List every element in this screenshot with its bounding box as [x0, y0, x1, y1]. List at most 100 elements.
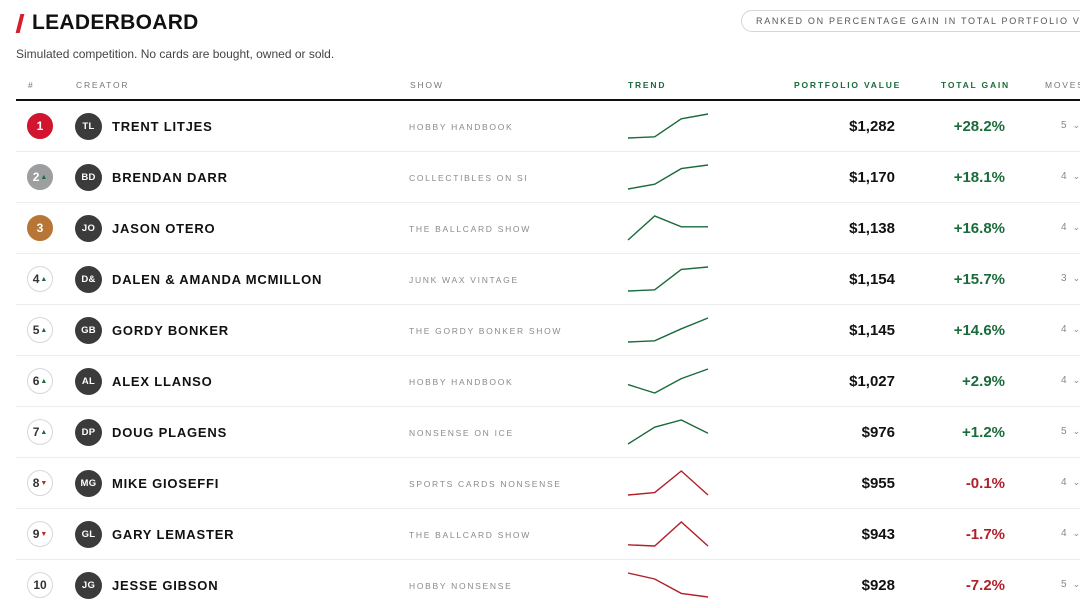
portfolio-value: $1,145 [849, 322, 895, 339]
creator-name[interactable]: MIKE GIOSEFFI [112, 476, 219, 491]
rank-number: 1 [36, 119, 44, 133]
chevron-down-icon[interactable]: ⌄ [1073, 579, 1080, 589]
show-name: THE GORDY BONKER SHOW [409, 326, 563, 336]
trend-sparkline [627, 113, 709, 139]
table-row[interactable]: 10 JG JESSE GIBSON HOBBY NONSENSE $928 -7.2% 5… [16, 560, 1080, 608]
table-row[interactable]: 7 ▲ DP DOUG PLAGENS NONSENSE ON ICE $976 +1.2%… [16, 407, 1080, 458]
moves-count: 3 [1061, 273, 1067, 284]
rank-number: 8 [32, 476, 40, 490]
chevron-down-icon[interactable]: ⌄ [1073, 528, 1080, 538]
moves-cell[interactable]: 5 ⌄ [1061, 579, 1080, 590]
creator-name[interactable]: TRENT LITJES [112, 119, 213, 134]
trend-sparkline [627, 368, 709, 394]
rank-badge: 9 ▼ [27, 521, 53, 547]
show-name: HOBBY HANDBOOK [409, 377, 514, 387]
total-gain: -7.2% [965, 577, 1005, 594]
chevron-down-icon[interactable]: ⌄ [1073, 324, 1080, 334]
table-row[interactable]: 4 ▲ D& DALEN & AMANDA MCMILLON JUNK WAX VINT… [16, 254, 1080, 305]
table-row[interactable]: 2 ▲ BD BRENDAN DARR COLLECTIBLES ON SI $1,170… [16, 152, 1080, 203]
chevron-down-icon[interactable]: ⌄ [1073, 171, 1080, 181]
ranking-criteria-pill: RANKED ON PERCENTAGE GAIN IN TOTAL PORTF… [741, 10, 1080, 32]
show-name: HOBBY NONSENSE [409, 581, 513, 591]
column-header-total-gain[interactable]: TOTAL GAIN [941, 80, 1010, 90]
column-header-trend[interactable]: TREND [628, 80, 666, 90]
table-row[interactable]: 1 TL TRENT LITJES HOBBY HANDBOOK $1,282 +28.2… [16, 101, 1080, 152]
leaderboard-table-body: 1 TL TRENT LITJES HOBBY HANDBOOK $1,282 +28.2… [16, 101, 1080, 608]
total-gain: +15.7% [953, 271, 1005, 288]
trend-sparkline [627, 470, 709, 496]
trend-line [627, 215, 708, 241]
column-header-moves[interactable]: MOVES [1045, 80, 1080, 90]
moves-count: 5 [1061, 120, 1067, 131]
rank-up-arrow-icon: ▲ [40, 428, 48, 436]
trend-line [627, 164, 709, 190]
creator-name[interactable]: GORDY BONKER [112, 323, 229, 338]
table-row[interactable]: 6 ▲ AL ALEX LLANSO HOBBY HANDBOOK $1,027 +2.9%… [16, 356, 1080, 407]
moves-cell[interactable]: 4 ⌄ [1061, 375, 1080, 386]
portfolio-value: $1,027 [849, 373, 895, 390]
total-gain: +28.2% [953, 118, 1005, 135]
moves-cell[interactable]: 5 ⌄ [1061, 426, 1080, 437]
creator-avatar: D& [75, 266, 102, 293]
show-name: THE BALLCARD SHOW [409, 530, 531, 540]
creator-name[interactable]: DALEN & AMANDA MCMILLON [112, 272, 322, 287]
moves-cell[interactable]: 4 ⌄ [1061, 324, 1080, 335]
rank-number: 4 [32, 272, 40, 286]
chevron-down-icon[interactable]: ⌄ [1073, 477, 1080, 487]
creator-avatar: DP [75, 419, 102, 446]
creator-avatar: GL [75, 521, 102, 548]
total-gain: -1.7% [965, 526, 1005, 543]
rank-up-arrow-icon: ▲ [40, 275, 48, 283]
creator-name[interactable]: BRENDAN DARR [112, 170, 228, 185]
creator-name[interactable]: ALEX LLANSO [112, 374, 213, 389]
portfolio-value: $928 [861, 577, 895, 594]
creator-avatar: MG [75, 470, 102, 497]
moves-cell[interactable]: 4 ⌄ [1061, 222, 1080, 233]
trend-sparkline [627, 164, 709, 190]
creator-name[interactable]: GARY LEMASTER [112, 527, 234, 542]
creator-name[interactable]: JASON OTERO [112, 221, 215, 236]
page-header: LEADERBOARD [15, 10, 199, 36]
table-row[interactable]: 5 ▲ GB GORDY BONKER THE GORDY BONKER SHOW $1,… [16, 305, 1080, 356]
chevron-down-icon[interactable]: ⌄ [1073, 375, 1080, 385]
chevron-down-icon[interactable]: ⌄ [1073, 120, 1080, 130]
total-gain: +14.6% [953, 322, 1005, 339]
creator-avatar: AL [75, 368, 102, 395]
portfolio-value: $943 [861, 526, 895, 543]
table-row[interactable]: 9 ▼ GL GARY LEMASTER THE BALLCARD SHOW $943 -1… [16, 509, 1080, 560]
rank-badge: 5 ▲ [27, 317, 53, 343]
column-header-show[interactable]: SHOW [410, 80, 444, 90]
portfolio-value: $1,154 [849, 271, 895, 288]
moves-cell[interactable]: 4 ⌄ [1061, 477, 1080, 488]
portfolio-value: $1,138 [849, 220, 895, 237]
table-row[interactable]: 3 JO JASON OTERO THE BALLCARD SHOW $1,138 +16… [16, 203, 1080, 254]
total-gain: +18.1% [953, 169, 1005, 186]
column-header-rank[interactable]: # [28, 80, 35, 90]
rank-down-arrow-icon: ▼ [40, 479, 48, 487]
moves-cell[interactable]: 4 ⌄ [1061, 528, 1080, 539]
trend-sparkline [627, 572, 709, 598]
trend-line [627, 317, 709, 343]
trend-line [627, 419, 709, 445]
table-row[interactable]: 8 ▼ MG MIKE GIOSEFFI SPORTS CARDS NONSENSE $9… [16, 458, 1080, 509]
trend-line [627, 368, 709, 394]
column-header-creator[interactable]: CREATOR [76, 80, 129, 90]
trend-line [627, 266, 709, 292]
title-accent-slash [15, 13, 25, 33]
show-name: SPORTS CARDS NONSENSE [409, 479, 562, 489]
moves-count: 4 [1061, 477, 1067, 488]
portfolio-value: $1,282 [849, 118, 895, 135]
moves-cell[interactable]: 5 ⌄ [1061, 120, 1080, 131]
column-header-portfolio-value[interactable]: PORTFOLIO VALUE [794, 80, 901, 90]
moves-cell[interactable]: 4 ⌄ [1061, 171, 1080, 182]
chevron-down-icon[interactable]: ⌄ [1073, 426, 1080, 436]
chevron-down-icon[interactable]: ⌄ [1073, 222, 1080, 232]
trend-line [627, 113, 709, 139]
moves-cell[interactable]: 3 ⌄ [1061, 273, 1080, 284]
chevron-down-icon[interactable]: ⌄ [1073, 273, 1080, 283]
moves-count: 4 [1061, 375, 1067, 386]
trend-line [627, 521, 709, 547]
creator-name[interactable]: JESSE GIBSON [112, 578, 218, 593]
creator-name[interactable]: DOUG PLAGENS [112, 425, 227, 440]
rank-number: 7 [32, 425, 40, 439]
